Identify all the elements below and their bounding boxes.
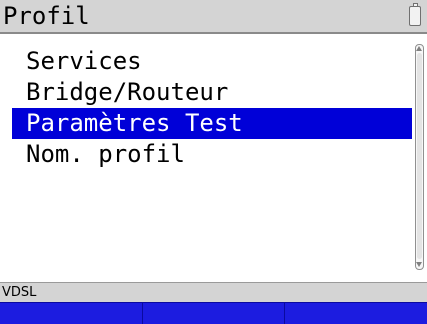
status-mode-label: VDSL: [2, 285, 37, 300]
scroll-up-arrow-icon[interactable]: [416, 46, 423, 52]
softkey-bar: [0, 302, 427, 324]
scroll-down-arrow-icon[interactable]: [416, 262, 423, 268]
softkey-3[interactable]: [285, 303, 427, 324]
menu-item-services[interactable]: Services: [12, 46, 412, 77]
scroll-thumb[interactable]: [417, 53, 422, 259]
battery-icon: [409, 3, 421, 26]
menu-list: Services Bridge/Routeur Paramètres Test …: [12, 46, 412, 170]
title-bar: Profil: [0, 0, 427, 34]
page-title: Profil: [3, 2, 90, 30]
menu-item-nom-profil[interactable]: Nom. profil: [12, 139, 412, 170]
status-bar: VDSL: [0, 282, 427, 302]
softkey-2[interactable]: [143, 303, 286, 324]
menu-item-bridge-routeur[interactable]: Bridge/Routeur: [12, 77, 412, 108]
softkey-1[interactable]: [0, 303, 143, 324]
scrollbar[interactable]: [415, 44, 424, 270]
menu-item-parametres-test[interactable]: Paramètres Test: [12, 108, 412, 139]
